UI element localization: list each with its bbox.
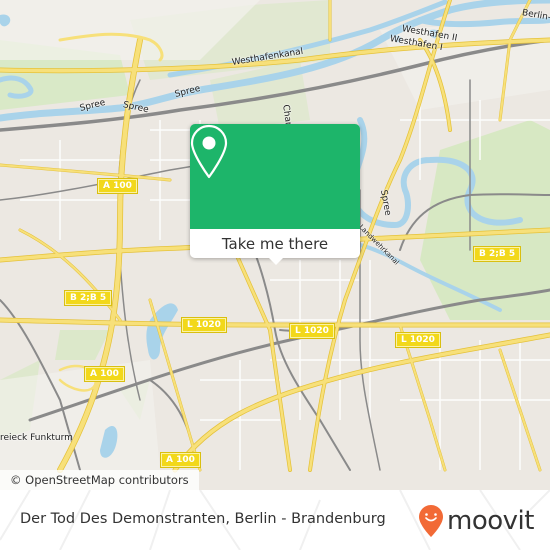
take-me-there-button[interactable]: Take me there [190, 229, 360, 258]
road-shield-a100: A 100 [84, 366, 125, 382]
road-shield-a100: A 100 [160, 452, 201, 468]
moovit-wordmark: moovit [447, 506, 534, 536]
map[interactable]: Westhafenkanal Westhafen II Westhafen I … [0, 0, 550, 490]
road-shield-l1020: L 1020 [181, 317, 227, 333]
popup-pointer [268, 257, 284, 265]
road-shield-b2-b5: B 2;B 5 [63, 290, 113, 306]
road-shield-l1020: L 1020 [289, 323, 335, 339]
dreieck-funkturm-label: reieck Funkturm [0, 433, 73, 443]
footer: Der Tod Des Demonstranten, Berlin - Bran… [0, 490, 550, 550]
location-popup: Take me there [190, 124, 360, 265]
road-shield-a100: A 100 [97, 178, 138, 194]
popup-header [190, 124, 360, 229]
road-shield-b2-b5: B 2;B 5 [472, 246, 522, 262]
road-shield-l1020: L 1020 [395, 332, 441, 348]
map-attribution[interactable]: © OpenStreetMap contributors [0, 470, 199, 490]
moovit-pin-icon [419, 505, 443, 537]
map-pin-icon [190, 124, 228, 179]
place-title: Der Tod Des Demonstranten, Berlin - Bran… [20, 511, 386, 527]
moovit-logo[interactable]: moovit [418, 504, 534, 538]
take-me-there-label: Take me there [221, 234, 329, 253]
